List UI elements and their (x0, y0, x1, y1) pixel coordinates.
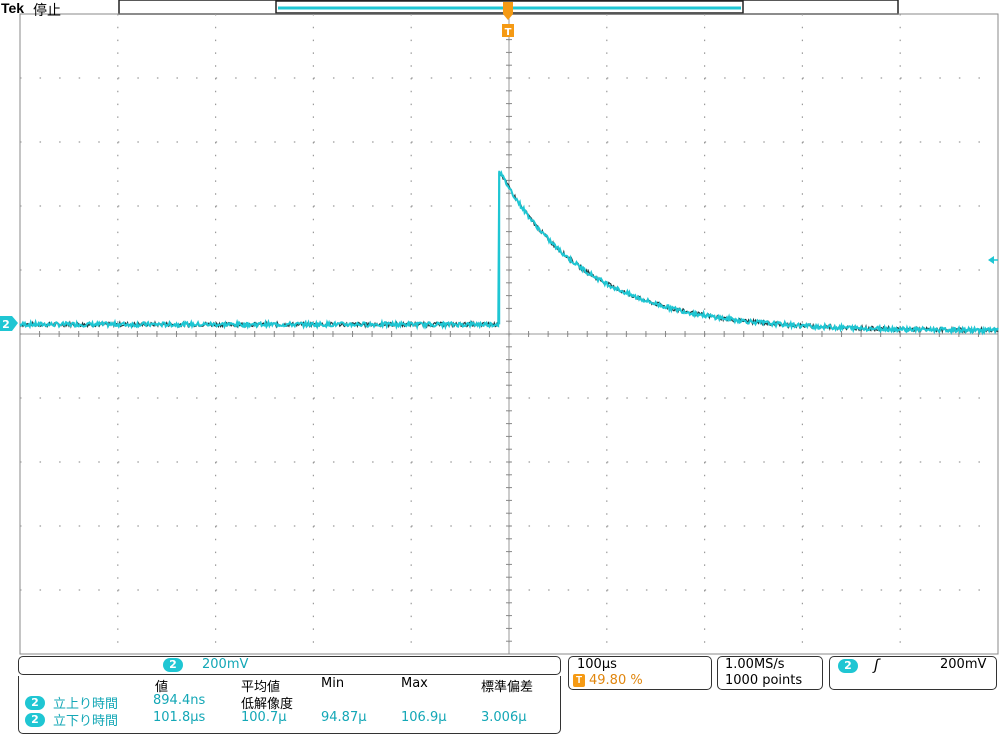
waveform-display: T 2 (0, 0, 999, 655)
measurement-name: 立下り時間 (53, 714, 119, 729)
acquisition-readout[interactable]: 1.00MS/s 1000 points (717, 656, 823, 690)
channel-readout-bar[interactable]: 2 200mV (18, 656, 561, 675)
column-header-min: Min (321, 676, 345, 691)
timebase-readout[interactable]: 100µs T 49.80 % (568, 656, 712, 690)
channel-2-ground-marker[interactable]: 2 (0, 316, 18, 331)
time-per-division: 100µs (577, 657, 617, 672)
trigger-position-value: 49.80 % (589, 673, 643, 688)
acquisition-status: 停止 (33, 3, 61, 19)
channel-scale: 200mV (202, 657, 249, 672)
column-header-std: 標準偏差 (481, 680, 534, 695)
record-length: 1000 points (725, 673, 803, 688)
brand-logo: Tek (1, 0, 25, 16)
trigger-position-icon: T (573, 674, 585, 687)
measurement-value: 101.8µs (153, 710, 206, 725)
measurement-mean: 100.7µ (241, 710, 287, 725)
rising-edge-icon: ʃ (874, 656, 880, 674)
measurement-std: 3.006µ (481, 710, 527, 725)
trigger-level: 200mV (940, 657, 987, 672)
channel-badge: 2 (25, 696, 45, 710)
oscilloscope-screen: T 2 Tek 停止 2 200mV 100µs T 49.80 % 1.00M… (0, 0, 1000, 736)
trigger-position-marker: T (502, 2, 514, 38)
graticule-grid (19, 13, 999, 655)
svg-text:2: 2 (2, 318, 10, 331)
trigger-level-marker[interactable] (988, 256, 998, 264)
measurement-value: 894.4ns (153, 693, 206, 708)
channel-badge: 2 (163, 658, 183, 672)
svg-text:T: T (505, 27, 512, 38)
trigger-readout[interactable]: 2 ʃ 200mV (829, 656, 997, 690)
measurement-max: 106.9µ (401, 710, 447, 725)
measurement-min: 94.87µ (321, 710, 367, 725)
sample-rate: 1.00MS/s (725, 657, 785, 672)
channel-badge: 2 (25, 713, 45, 727)
column-header-max: Max (401, 676, 428, 691)
trigger-source-badge: 2 (838, 659, 858, 673)
measurement-panel[interactable]: 値 平均値 Min Max 標準偏差 低解像度 2 立上り時間 894.4ns … (18, 676, 561, 734)
